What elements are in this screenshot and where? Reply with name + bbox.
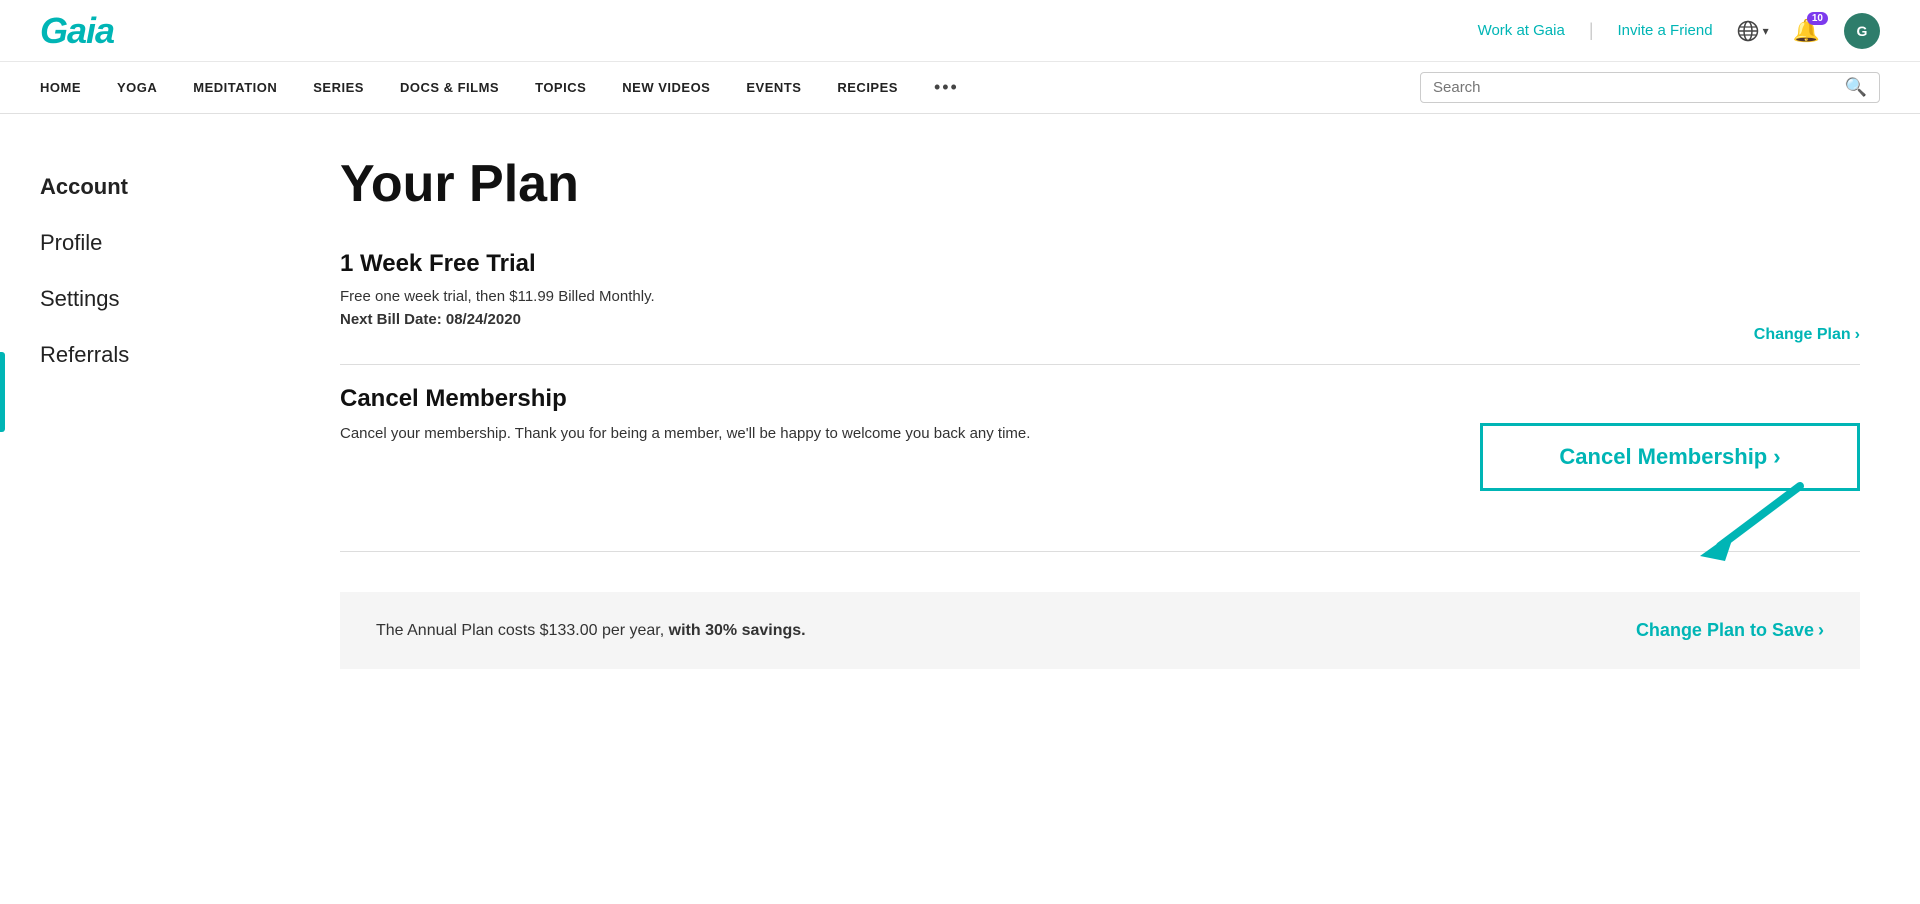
annual-text-bold: with 30% savings. [669,622,806,639]
change-plan-label: Change Plan [1754,326,1851,344]
cancel-row: Cancel your membership. Thank you for be… [340,423,1860,491]
annual-banner: The Annual Plan costs $133.00 per year, … [340,592,1860,669]
content-area: Your Plan 1 Week Free Trial Free one wee… [280,114,1920,904]
language-selector[interactable]: ▾ [1737,20,1769,42]
sidebar: Account Profile Settings Referrals [0,114,280,904]
arrow-annotation [1660,476,1820,571]
page-title: Your Plan [340,154,1860,214]
nav-bar: HOME YOGA MEDITATION SERIES DOCS & FILMS… [0,62,1920,114]
cancel-btn-label: Cancel Membership [1559,444,1767,470]
top-link-separator: | [1589,20,1594,41]
main-layout: Account Profile Settings Referrals Your … [0,114,1920,904]
plan-header-row: 1 Week Free Trial Free one week trial, t… [340,250,1860,344]
nav-events[interactable]: EVENTS [746,80,801,95]
invite-friend-link[interactable]: Invite a Friend [1618,22,1713,39]
cancel-section: Cancel Membership Cancel your membership… [340,385,1860,491]
active-indicator [0,352,5,432]
notifications-button[interactable]: 🔔 10 [1793,18,1820,44]
notification-badge: 10 [1807,12,1828,25]
sidebar-item-account[interactable]: Account [40,174,240,200]
change-plan-save-link[interactable]: Change Plan to Save › [1636,620,1824,641]
change-plan-save-label: Change Plan to Save [1636,620,1814,641]
change-plan-save-arrow: › [1818,620,1824,641]
cancel-title: Cancel Membership [340,385,1860,413]
nav-series[interactable]: SERIES [313,80,364,95]
nav-items: HOME YOGA MEDITATION SERIES DOCS & FILMS… [40,77,959,98]
user-avatar[interactable]: G [1844,13,1880,49]
sidebar-item-referrals[interactable]: Referrals [40,342,240,368]
sidebar-item-settings[interactable]: Settings [40,286,240,312]
nav-yoga[interactable]: YOGA [117,80,157,95]
arrow-svg [1660,476,1820,566]
top-bar-right: Work at Gaia | Invite a Friend ▾ 🔔 10 G [1478,13,1880,49]
plan-section: 1 Week Free Trial Free one week trial, t… [340,250,1860,344]
nav-topics[interactable]: TOPICS [535,80,586,95]
search-container: 🔍 [1420,72,1880,103]
divider-2 [340,551,1860,552]
globe-dropdown-arrow: ▾ [1763,24,1769,38]
nav-docs-films[interactable]: DOCS & FILMS [400,80,499,95]
top-bar: Gaia Work at Gaia | Invite a Friend ▾ 🔔 … [0,0,1920,62]
sidebar-item-profile[interactable]: Profile [40,230,240,256]
change-plan-link[interactable]: Change Plan › [1754,326,1860,344]
annual-text: The Annual Plan costs $133.00 per year, … [376,622,806,640]
plan-description: Free one week trial, then $11.99 Billed … [340,288,655,305]
logo[interactable]: Gaia [40,10,114,52]
change-plan-arrow: › [1855,326,1860,344]
search-icon[interactable]: 🔍 [1845,77,1867,98]
annual-text-prefix: The Annual Plan costs $133.00 per year, [376,622,664,639]
cancel-description: Cancel your membership. Thank you for be… [340,423,1030,446]
search-input[interactable] [1433,79,1835,96]
nav-meditation[interactable]: MEDITATION [193,80,277,95]
plan-next-bill: Next Bill Date: 08/24/2020 [340,311,655,328]
nav-more[interactable]: ••• [934,77,959,98]
globe-icon [1737,20,1759,42]
plan-title: 1 Week Free Trial [340,250,655,278]
cancel-btn-arrow: › [1773,444,1780,470]
nav-home[interactable]: HOME [40,80,81,95]
nav-recipes[interactable]: RECIPES [837,80,898,95]
cancel-btn-wrapper: Cancel Membership › [1480,423,1860,491]
work-at-gaia-link[interactable]: Work at Gaia [1478,22,1565,39]
plan-info: 1 Week Free Trial Free one week trial, t… [340,250,655,344]
divider-1 [340,364,1860,365]
nav-new-videos[interactable]: NEW VIDEOS [622,80,710,95]
